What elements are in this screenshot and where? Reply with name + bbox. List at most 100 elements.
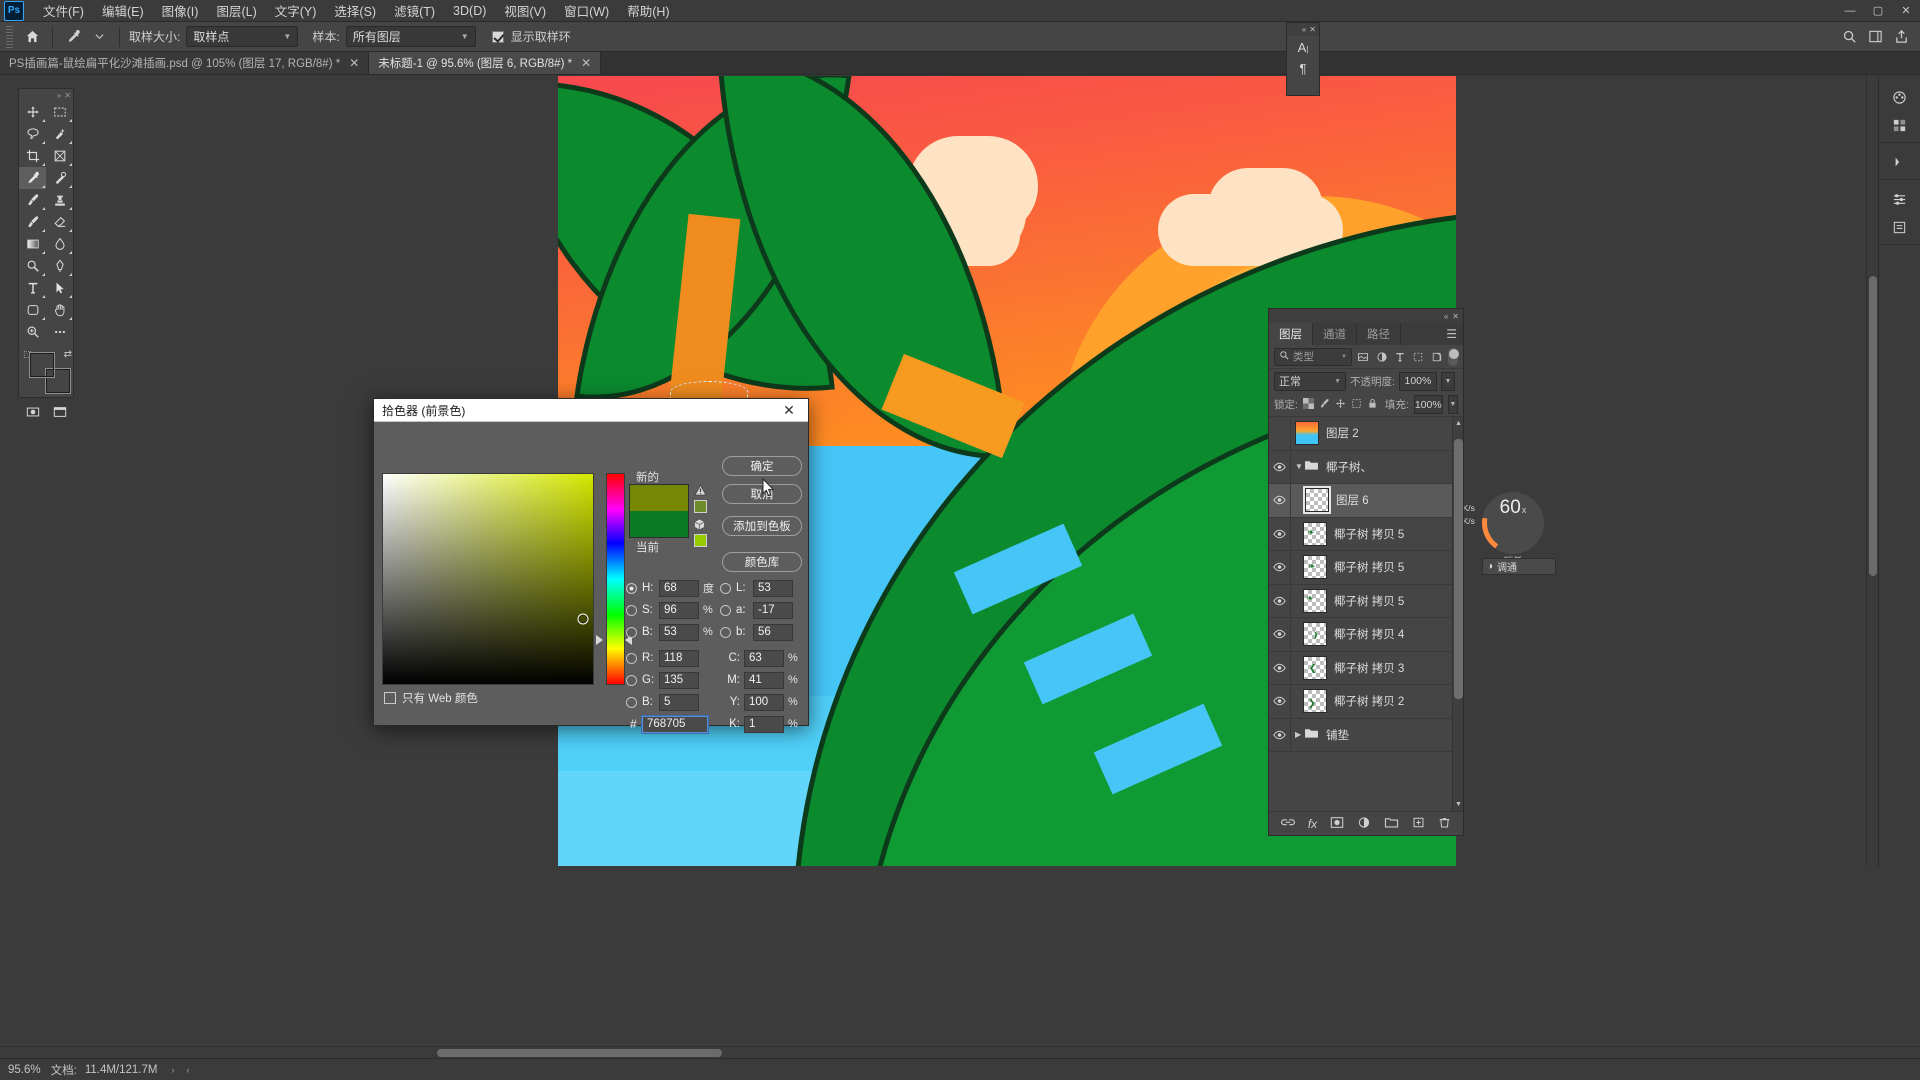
field-k[interactable]: K: 1 % [720, 715, 801, 733]
field-a[interactable]: a: -17 [720, 601, 793, 619]
field-blue[interactable]: B: 5 [626, 693, 720, 711]
layer-mask-icon[interactable] [1330, 816, 1344, 832]
add-to-swatches-button[interactable]: 添加到色板 [722, 516, 802, 536]
layer-thumbnail[interactable] [1305, 488, 1329, 513]
ok-button[interactable]: 确定 [722, 456, 802, 476]
blend-mode-select[interactable]: 正常 ▼ [1274, 371, 1346, 391]
gradient-tool[interactable] [19, 233, 46, 255]
color-picker-dialog[interactable]: 拾色器 (前景色) ✕ 新的 当前 确定 取消 添加到色板 颜色库 只有 Web… [373, 398, 809, 734]
filter-toggle[interactable] [1447, 347, 1460, 366]
layer-name[interactable]: 椰子树 拷贝 5 [1327, 526, 1404, 542]
layer-thumbnail[interactable]: ❯ [1303, 689, 1327, 714]
menu-edit[interactable]: 编辑(E) [93, 0, 153, 23]
radio-h[interactable] [626, 582, 637, 594]
table-row[interactable]: ❮ 椰子树 拷贝 3 [1269, 651, 1463, 685]
table-row[interactable]: ▶ 铺垫 [1269, 718, 1463, 752]
field-r[interactable]: R: 118 [626, 649, 720, 667]
scrollbar-thumb[interactable] [437, 1049, 722, 1057]
hand-tool[interactable] [46, 299, 73, 321]
close-icon[interactable]: ✕ [778, 399, 800, 421]
type-tool[interactable] [19, 277, 46, 299]
layer-visibility-toggle[interactable] [1269, 517, 1291, 551]
frame-tool[interactable] [46, 145, 73, 167]
search-icon[interactable] [1836, 25, 1862, 49]
field-s[interactable]: S: 96 % [626, 601, 720, 619]
blur-tool[interactable] [46, 233, 73, 255]
fill-chevron-down-icon[interactable]: ▼ [1447, 395, 1458, 414]
smart-object-filter-icon[interactable] [1430, 348, 1444, 366]
scroll-down-icon[interactable]: ▼ [1453, 798, 1463, 811]
document-tab-2[interactable]: 未标题-1 @ 95.6% (图层 6, RGB/8#) * ✕ [369, 52, 602, 74]
crop-tool[interactable] [19, 145, 46, 167]
canvas-horizontal-scrollbar[interactable] [0, 1046, 1920, 1058]
zoom-tool[interactable] [19, 321, 46, 343]
pen-tool[interactable] [46, 255, 73, 277]
layer-thumbnail[interactable] [1295, 421, 1319, 446]
quick-select-tool[interactable] [46, 123, 73, 145]
chevron-right-icon[interactable]: ▶ [1291, 730, 1302, 739]
field-g[interactable]: G: 135 [626, 671, 720, 689]
healing-brush-tool[interactable] [46, 167, 73, 189]
menu-image[interactable]: 图像(I) [153, 0, 208, 23]
status-collapse-icon[interactable]: ‹ [180, 1065, 195, 1075]
radio-g[interactable] [626, 674, 637, 686]
close-icon[interactable]: ✕ [581, 56, 591, 70]
input-c[interactable]: 63 [744, 649, 784, 667]
radio-brightness[interactable] [626, 626, 637, 638]
tab-channels[interactable]: 通道 [1313, 323, 1357, 345]
swatches-panel-icon[interactable] [1885, 112, 1915, 138]
opacity-input[interactable]: 100% [1398, 371, 1437, 391]
layer-name[interactable]: 铺垫 [1319, 727, 1349, 743]
input-hex[interactable]: 768705 [641, 714, 709, 734]
collapse-icon[interactable]: « [1302, 25, 1306, 34]
radio-a[interactable] [720, 604, 731, 616]
lasso-tool[interactable] [19, 123, 46, 145]
layer-name[interactable]: 图层 2 [1319, 425, 1359, 441]
adjustments-icon[interactable] [1885, 186, 1915, 212]
foreground-color-swatch[interactable] [30, 353, 54, 377]
current-color-swatch[interactable] [630, 511, 688, 537]
layer-visibility-toggle[interactable] [1269, 417, 1291, 450]
radio-r[interactable] [626, 652, 637, 664]
radio-lab-b[interactable] [720, 626, 731, 638]
out-of-gamut-warning-icon[interactable] [694, 484, 707, 500]
adjustment-filter-icon[interactable] [1374, 348, 1388, 366]
eyedropper-tool[interactable] [19, 167, 46, 189]
tab-layers[interactable]: 图层 [1269, 323, 1313, 345]
libraries-icon[interactable] [1885, 149, 1915, 175]
color-panel-icon[interactable] [1885, 84, 1915, 110]
path-select-tool[interactable] [46, 277, 73, 299]
collapse-icon[interactable]: » [57, 91, 61, 100]
lock-all-icon[interactable] [1367, 398, 1378, 412]
adjustment-layer-icon[interactable] [1357, 816, 1371, 832]
status-expand-icon[interactable]: › [165, 1065, 180, 1075]
field-hex[interactable]: # 768705 [626, 713, 720, 735]
layer-visibility-toggle[interactable] [1269, 550, 1291, 584]
gamut-alternative-swatch[interactable] [694, 500, 707, 513]
web-colors-only-checkbox[interactable]: 只有 Web 颜色 [384, 690, 478, 706]
menu-layer[interactable]: 图层(L) [207, 0, 265, 23]
layer-name[interactable]: 椰子树 拷贝 2 [1327, 693, 1404, 709]
sample-size-select[interactable]: 取样点 ▼ [186, 26, 299, 47]
scroll-up-icon[interactable]: ▲ [1453, 417, 1463, 430]
panel-menu-icon[interactable]: ☰ [1440, 323, 1463, 345]
field-c[interactable]: C: 63 % [720, 649, 801, 667]
sv-cursor[interactable] [577, 613, 589, 625]
layer-name[interactable]: 椰子树 拷贝 4 [1327, 626, 1404, 642]
layer-thumbnail[interactable]: ❮ [1303, 655, 1327, 680]
layer-visibility-toggle[interactable] [1269, 483, 1291, 517]
menu-3d[interactable]: 3D(D) [444, 1, 495, 21]
opacity-chevron-down-icon[interactable]: ▼ [1440, 371, 1455, 391]
layer-visibility-toggle[interactable] [1269, 450, 1291, 484]
layer-style-icon[interactable]: fx [1308, 817, 1317, 831]
options-bar-grip[interactable] [6, 25, 13, 48]
input-blue[interactable]: 5 [659, 693, 699, 711]
table-row[interactable]: 图层 6 [1269, 483, 1463, 518]
layer-name[interactable]: 椰子树、 [1319, 459, 1372, 475]
tool-preset-chevron-down-icon[interactable] [86, 25, 112, 49]
input-s[interactable]: 96 [659, 601, 699, 619]
close-icon[interactable]: ✕ [1452, 312, 1459, 321]
paragraph-panel-icon[interactable]: ¶ [1300, 61, 1307, 76]
input-g[interactable]: 135 [659, 671, 699, 689]
input-brightness[interactable]: 53 [659, 623, 699, 641]
